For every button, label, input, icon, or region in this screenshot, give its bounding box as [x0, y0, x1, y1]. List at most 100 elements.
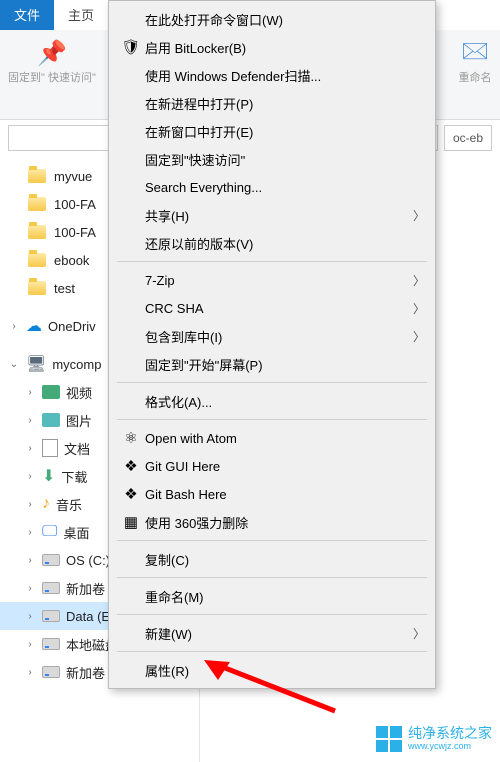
context-menu-item[interactable]: 格式化(A)...: [109, 387, 435, 415]
context-menu-item[interactable]: 🛡启用 BitLocker(B): [109, 33, 435, 61]
context-menu-item-label: 启用 BitLocker(B): [145, 38, 246, 57]
lib-label: 桌面: [63, 523, 89, 542]
context-menu-item[interactable]: 在新进程中打开(P): [109, 89, 435, 117]
drive-icon: [42, 638, 60, 650]
context-menu-item[interactable]: 7-Zip〉: [109, 266, 435, 294]
context-menu-item-label: 新建(W): [145, 624, 192, 643]
menu-separator: [117, 419, 427, 420]
address-chip[interactable]: oc-eb: [444, 125, 492, 151]
context-menu-item[interactable]: 固定到"开始"屏幕(P): [109, 350, 435, 378]
chevron-right-icon: 〉: [413, 625, 425, 642]
chevron-right-icon: ›: [24, 471, 36, 482]
context-menu: 在此处打开命令窗口(W)🛡启用 BitLocker(B)使用 Windows D…: [108, 0, 436, 689]
context-menu-item-label: 属性(R): [145, 661, 189, 680]
chevron-right-icon: ›: [24, 639, 36, 650]
drive-icon: [42, 610, 60, 622]
cloud-icon: ☁: [26, 316, 42, 336]
context-menu-item-label: Git Bash Here: [145, 487, 227, 502]
context-menu-item[interactable]: 包含到库中(I)〉: [109, 322, 435, 350]
file-tab[interactable]: 文件: [0, 0, 54, 30]
drive-label: OS (C:): [66, 553, 110, 568]
menu-separator: [117, 540, 427, 541]
ribbon-rename-label: 重命名: [459, 72, 492, 85]
context-menu-item[interactable]: ❖Git GUI Here: [109, 452, 435, 480]
context-menu-item-label: CRC SHA: [145, 301, 204, 316]
context-menu-item[interactable]: Search Everything...: [109, 173, 435, 201]
context-menu-item-label: 在此处打开命令窗口(W): [145, 10, 283, 29]
watermark: 纯净系统之家 www.ycwjz.com: [376, 726, 492, 752]
lib-label: 文档: [64, 439, 90, 458]
chevron-right-icon: ›: [24, 415, 36, 426]
context-menu-item[interactable]: 复制(C): [109, 545, 435, 573]
context-menu-item[interactable]: 重命名(M): [109, 582, 435, 610]
chevron-right-icon: ›: [8, 321, 20, 332]
quick-item-label: 100-FA: [54, 197, 96, 212]
lib-label: 图片: [66, 411, 92, 430]
git-icon: ❖: [117, 457, 145, 475]
context-menu-item[interactable]: 还原以前的版本(V): [109, 229, 435, 257]
folder-icon: [28, 281, 46, 295]
context-menu-item-label: 格式化(A)...: [145, 392, 212, 411]
menu-separator: [117, 614, 427, 615]
chevron-right-icon: ›: [24, 555, 36, 566]
context-menu-item[interactable]: 属性(R): [109, 656, 435, 684]
context-menu-item-label: 在新窗口中打开(E): [145, 122, 253, 141]
pc-icon: 🖥: [26, 354, 46, 374]
documents-icon: [42, 439, 58, 457]
folder-icon: [28, 253, 46, 267]
context-menu-item-label: 还原以前的版本(V): [145, 234, 253, 253]
menu-separator: [117, 651, 427, 652]
watermark-logo-icon: [376, 726, 402, 752]
folder-icon: [28, 169, 46, 183]
context-menu-item[interactable]: ❖Git Bash Here: [109, 480, 435, 508]
drive-label: 新加卷: [66, 579, 105, 598]
context-menu-item[interactable]: 固定到"快速访问": [109, 145, 435, 173]
ribbon-pin-label: 固定到" 快速访问": [8, 72, 96, 85]
context-menu-item-label: Search Everything...: [145, 180, 262, 195]
context-menu-item[interactable]: 使用 Windows Defender扫描...: [109, 61, 435, 89]
chevron-right-icon: 〉: [413, 328, 425, 345]
folder-icon: [28, 197, 46, 211]
watermark-title: 纯净系统之家: [408, 726, 492, 741]
chevron-right-icon: ›: [24, 443, 36, 454]
quick-item-label: myvue: [54, 169, 92, 184]
rename-icon: 🖂: [458, 36, 492, 70]
chevron-right-icon: ›: [24, 611, 36, 622]
menu-separator: [117, 261, 427, 262]
context-menu-item-label: 固定到"快速访问": [145, 150, 245, 169]
chevron-right-icon: ›: [24, 499, 36, 510]
context-menu-item-label: Git GUI Here: [145, 459, 220, 474]
ribbon-rename-group[interactable]: 🖂 重命名: [458, 36, 492, 113]
quick-item-label: test: [54, 281, 75, 296]
360-icon: ▦: [117, 513, 145, 531]
desktop-icon: 🖵: [42, 523, 57, 541]
context-menu-item[interactable]: ▦使用 360强力删除: [109, 508, 435, 536]
chevron-right-icon: ›: [24, 387, 36, 398]
context-menu-item-label: 重命名(M): [145, 587, 204, 606]
onedrive-label: OneDriv: [48, 319, 96, 334]
pictures-icon: [42, 413, 60, 427]
context-menu-item-label: 共享(H): [145, 206, 189, 225]
context-menu-item[interactable]: 共享(H) 〉: [109, 201, 435, 229]
music-icon: ♪: [42, 495, 50, 513]
context-menu-item[interactable]: CRC SHA〉: [109, 294, 435, 322]
menu-separator: [117, 382, 427, 383]
atom-icon: ⚛: [117, 429, 145, 447]
chevron-right-icon: ›: [24, 527, 36, 538]
context-menu-item[interactable]: ⚛Open with Atom: [109, 424, 435, 452]
context-menu-item[interactable]: 新建(W) 〉: [109, 619, 435, 647]
shield-icon: 🛡: [117, 38, 145, 56]
lib-label: 音乐: [56, 495, 82, 514]
tab-home[interactable]: 主页: [54, 0, 108, 30]
context-menu-item[interactable]: 在此处打开命令窗口(W): [109, 5, 435, 33]
git-icon: ❖: [117, 485, 145, 503]
context-menu-item-label: 复制(C): [145, 550, 189, 569]
drive-icon: [42, 554, 60, 566]
context-menu-item[interactable]: 在新窗口中打开(E): [109, 117, 435, 145]
pin-icon: 📌: [35, 36, 69, 70]
context-menu-item-label: Open with Atom: [145, 431, 237, 446]
ribbon-pin-group[interactable]: 📌 固定到" 快速访问": [8, 36, 96, 113]
chevron-right-icon: 〉: [413, 207, 425, 224]
watermark-url: www.ycwjz.com: [408, 742, 492, 752]
chevron-right-icon: ›: [24, 667, 36, 678]
